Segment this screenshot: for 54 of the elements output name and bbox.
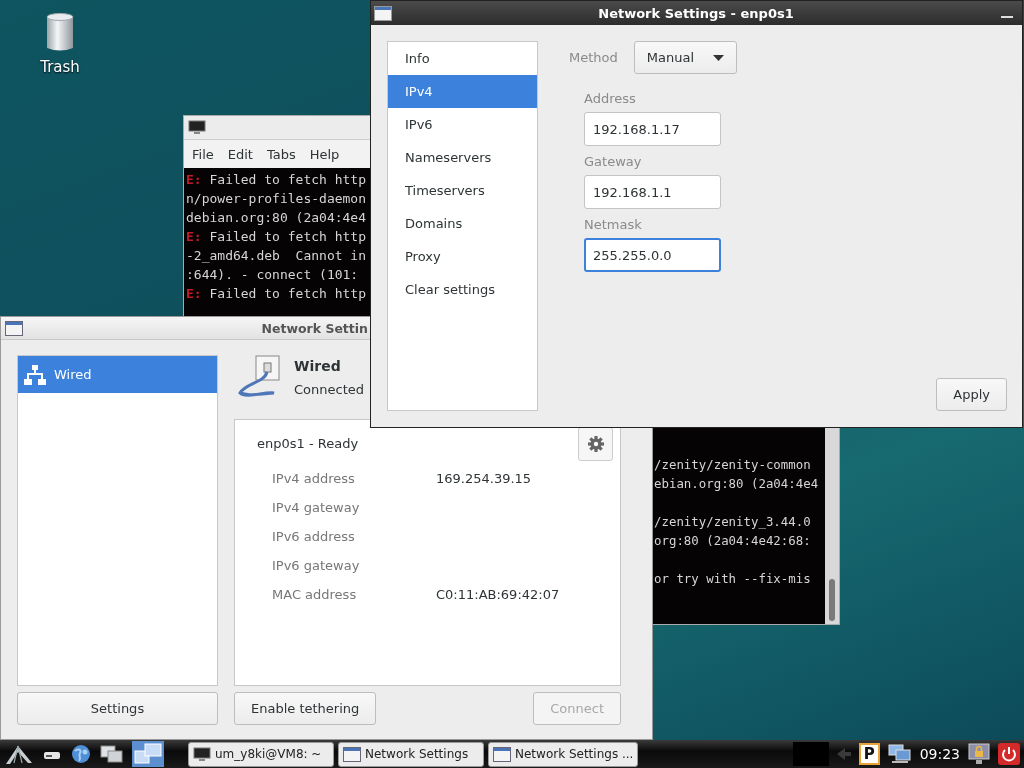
- detail-value: 169.254.39.15: [436, 471, 532, 486]
- apply-button[interactable]: Apply: [936, 378, 1007, 411]
- terminal-line: n/power-profiles-daemon: [186, 191, 366, 206]
- tray-badge[interactable]: P: [858, 743, 880, 765]
- section-item[interactable]: IPv4: [388, 75, 537, 108]
- terminal-line: org:80 (2a04:4e42:68:: [654, 533, 811, 548]
- device-name: Wired: [294, 358, 342, 374]
- task-button[interactable]: Network Settings ...: [488, 741, 639, 767]
- icon-label[interactable]: Trash: [40, 58, 80, 76]
- detail-label: IPv6 gateway: [272, 558, 361, 573]
- terminal-line: debian.org:80 (2a04:4e4: [186, 210, 366, 225]
- section-item[interactable]: Clear settings: [388, 273, 537, 306]
- detail-label: MAC address: [272, 587, 358, 602]
- terminal-line: E: Failed to fetch http: [186, 286, 367, 301]
- section-item[interactable]: Timeservers: [388, 174, 537, 207]
- terminal-line: ebian.org:80 (2a04:4e4: [654, 476, 819, 491]
- input-field[interactable]: 192.168.1.1: [584, 175, 721, 209]
- field-label: Address: [584, 91, 637, 106]
- input-field[interactable]: 192.168.1.17: [584, 112, 721, 146]
- section-item[interactable]: Nameservers: [388, 141, 537, 174]
- menu-item[interactable]: Tabs: [266, 146, 296, 162]
- section-item[interactable]: IPv6: [388, 108, 537, 141]
- window-title: Network Settings - enp0s1: [598, 5, 794, 21]
- device-item[interactable]: Wired: [18, 356, 217, 393]
- section-item[interactable]: Domains: [388, 207, 537, 240]
- settings-button[interactable]: Settings: [17, 692, 218, 725]
- menu-item[interactable]: Edit: [227, 146, 253, 162]
- field-label: Netmask: [584, 217, 643, 232]
- method-dropdown[interactable]: Manual: [633, 41, 737, 74]
- connection-title: enp0s1 - Ready: [257, 436, 359, 451]
- detail-value: C0:11:AB:69:42:07: [436, 587, 560, 602]
- task-button[interactable]: um_y8ki@VM8: ~: [188, 741, 334, 767]
- method-label: Method: [569, 50, 618, 65]
- field-label: Gateway: [584, 154, 643, 169]
- terminal-line: /zenity/zenity-common: [654, 457, 811, 472]
- terminal-line: /zenity/zenity_3.44.0: [654, 514, 811, 529]
- section-item[interactable]: Info: [388, 42, 537, 75]
- detail-label: IPv6 address: [272, 529, 356, 544]
- menu-item[interactable]: File: [192, 146, 214, 162]
- detail-label: IPv4 gateway: [272, 500, 361, 515]
- terminal-line: E: Failed to fetch http: [186, 172, 367, 187]
- terminal-line: -2_amd64.deb Cannot in: [186, 248, 366, 263]
- device-status: Connected: [294, 382, 364, 397]
- window-title: Network Settin: [261, 320, 368, 336]
- terminal-line: E: Failed to fetch http: [186, 229, 367, 244]
- menu-item[interactable]: Help: [309, 146, 340, 162]
- input-field[interactable]: 255.255.0.0: [584, 238, 721, 272]
- action-button[interactable]: Enable tethering: [234, 692, 377, 725]
- clock[interactable]: 09:23: [919, 746, 960, 762]
- task-button[interactable]: Network Settings: [338, 741, 484, 767]
- terminal-line: or try with --fix-mis: [654, 571, 811, 586]
- terminal-line: :644). - connect (101:: [186, 267, 359, 282]
- detail-label: IPv4 address: [272, 471, 356, 486]
- section-item[interactable]: Proxy: [388, 240, 537, 273]
